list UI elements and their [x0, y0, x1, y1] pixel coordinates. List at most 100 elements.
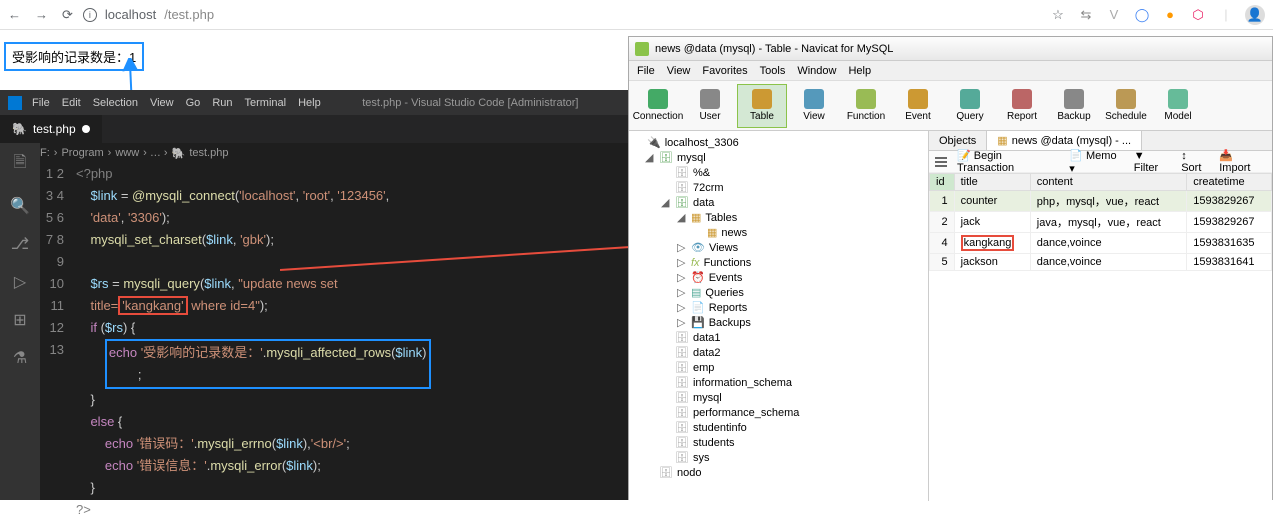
tree-table-news[interactable]: ▦news [629, 225, 928, 240]
tab-label: test.php [33, 122, 76, 136]
menu-file[interactable]: File [637, 65, 655, 77]
scm-icon[interactable]: ⎇ [11, 234, 29, 254]
col-createtime[interactable]: createtime [1187, 174, 1272, 191]
toolbar-user[interactable]: User [685, 84, 735, 128]
code-content[interactable]: <?php $link = @mysqli_connect('localhost… [76, 163, 628, 500]
filter-button[interactable]: ▼ Filter [1134, 150, 1171, 174]
navicat-window: news @data (mysql) - Table - Navicat for… [628, 36, 1273, 500]
extensions-icon[interactable]: ⊞ [13, 310, 26, 330]
import-button[interactable]: 📥 Import [1219, 149, 1266, 174]
tree-db[interactable]: 🗄information_schema [629, 375, 928, 390]
ext-icon[interactable]: ● [1161, 7, 1179, 22]
debug-icon[interactable]: ▷ [14, 272, 26, 292]
tree-folder[interactable]: ▷▤Queries [629, 285, 928, 300]
tab-objects[interactable]: Objects [929, 131, 987, 150]
menu-file[interactable]: File [32, 97, 50, 109]
reload-icon[interactable]: ⟳ [62, 7, 73, 23]
tree-db[interactable]: 🗄performance_schema [629, 405, 928, 420]
tree-db[interactable]: 🗄emp [629, 360, 928, 375]
tree-folder[interactable]: ▷💾Backups [629, 315, 928, 330]
php-output: 受影响的记录数是：1 [4, 42, 144, 71]
navicat-toolbar: ConnectionUserTableViewFunctionEventQuer… [629, 81, 1272, 131]
menu-selection[interactable]: Selection [93, 97, 138, 109]
table-row[interactable]: 2jackjava，mysql，vue，react1593829267 [930, 212, 1272, 233]
menu-view[interactable]: View [667, 65, 691, 77]
navicat-menu[interactable]: File View Favorites Tools Window Help [629, 61, 1272, 81]
data-grid[interactable]: id title content createtime 1counterphp，… [929, 173, 1272, 501]
tree-folder[interactable]: ▷📄Reports [629, 300, 928, 315]
browser-extensions: ☆ ⇆ V ◯ ● ⬡ | 👤 [1049, 5, 1265, 25]
memo-button[interactable]: 📄 Memo ▾ [1069, 149, 1124, 175]
tree-connection[interactable]: 🔌localhost_3306 [629, 135, 928, 150]
tree-db[interactable]: 🗄%& [629, 165, 928, 180]
editor-tab[interactable]: 🐘 test.php [0, 115, 103, 143]
menu-terminal[interactable]: Terminal [245, 97, 287, 109]
table-row[interactable]: 5jacksondance,voince1593831641 [930, 254, 1272, 271]
connection-tree[interactable]: 🔌localhost_3306 ◢🗄mysql 🗄%& 🗄72crm ◢🗄dat… [629, 131, 929, 501]
tree-db[interactable]: 🗄72crm [629, 180, 928, 195]
star-icon[interactable]: ☆ [1049, 7, 1067, 23]
ext-icon[interactable]: V [1105, 7, 1123, 22]
menu-view[interactable]: View [150, 97, 174, 109]
menu-run[interactable]: Run [212, 97, 232, 109]
tree-db[interactable]: ◢🗄data [629, 195, 928, 210]
ext-icon[interactable]: ⇆ [1077, 7, 1095, 23]
breadcrumb[interactable]: F: › Program › www › … › 🐘 test.php [0, 143, 628, 163]
menu-help[interactable]: Help [298, 97, 321, 109]
profile-icon[interactable]: 👤 [1245, 5, 1265, 25]
tab-news[interactable]: ▦news @data (mysql) - ... [987, 131, 1142, 150]
hamburger-icon[interactable] [935, 157, 947, 167]
line-numbers: 1 2 3 4 5 6 7 8 9 10 11 12 13 [40, 163, 76, 500]
tree-db[interactable]: 🗄sys [629, 450, 928, 465]
vscode-menu[interactable]: File Edit Selection View Go Run Terminal… [32, 97, 321, 109]
ext-icon[interactable]: ◯ [1133, 7, 1151, 23]
toolbar-schedule[interactable]: Schedule [1101, 84, 1151, 128]
menu-favorites[interactable]: Favorites [702, 65, 747, 77]
address-bar[interactable]: i localhost/test.php [83, 7, 1039, 22]
ext-icon[interactable]: ⬡ [1189, 7, 1207, 23]
menu-window[interactable]: Window [797, 65, 836, 77]
vscode-titlebar: File Edit Selection View Go Run Terminal… [0, 90, 628, 115]
forward-icon[interactable]: → [35, 7, 48, 23]
sort-button[interactable]: ↕ Sort [1181, 150, 1209, 174]
col-id[interactable]: id [930, 174, 955, 191]
tree-db[interactable]: 🗄data1 [629, 330, 928, 345]
toolbar-function[interactable]: Function [841, 84, 891, 128]
search-icon[interactable]: 🔍 [10, 196, 30, 216]
activity-bar: 🗎 🔍 ⎇ ▷ ⊞ ⚗ [0, 143, 40, 500]
begin-transaction-button[interactable]: 📝 Begin Transaction [957, 149, 1059, 174]
url-path: /test.php [164, 7, 214, 22]
toolbar-report[interactable]: Report [997, 84, 1047, 128]
toolbar-event[interactable]: Event [893, 84, 943, 128]
menu-help[interactable]: Help [848, 65, 871, 77]
back-icon[interactable]: ← [8, 7, 21, 23]
editor[interactable]: 1 2 3 4 5 6 7 8 9 10 11 12 13 <?php $lin… [40, 163, 628, 500]
info-icon[interactable]: i [83, 8, 97, 22]
menu-tools[interactable]: Tools [760, 65, 786, 77]
explorer-icon[interactable]: 🗎 [14, 151, 27, 178]
toolbar-view[interactable]: View [789, 84, 839, 128]
menu-edit[interactable]: Edit [62, 97, 81, 109]
tree-db[interactable]: 🗄nodo [629, 465, 928, 480]
test-icon[interactable]: ⚗ [13, 348, 27, 368]
tree-db[interactable]: 🗄students [629, 435, 928, 450]
tree-folder[interactable]: ▷⏰Events [629, 270, 928, 285]
table-row[interactable]: 4kangkangdance,voince1593831635 [930, 233, 1272, 254]
col-title[interactable]: title [954, 174, 1030, 191]
tree-folder[interactable]: ▷fxFunctions [629, 255, 928, 270]
tree-db[interactable]: 🗄mysql [629, 390, 928, 405]
toolbar-model[interactable]: Model [1153, 84, 1203, 128]
table-row[interactable]: 1counterphp，mysql，vue，react1593829267 [930, 191, 1272, 212]
toolbar-table[interactable]: Table [737, 84, 787, 128]
toolbar-backup[interactable]: Backup [1049, 84, 1099, 128]
grid-toolbar: 📝 Begin Transaction 📄 Memo ▾ ▼ Filter ↕ … [929, 151, 1272, 173]
tree-folder-tables[interactable]: ◢▦Tables [629, 210, 928, 225]
menu-go[interactable]: Go [186, 97, 201, 109]
col-content[interactable]: content [1030, 174, 1187, 191]
tree-db[interactable]: 🗄studentinfo [629, 420, 928, 435]
toolbar-query[interactable]: Query [945, 84, 995, 128]
tree-folder[interactable]: ▷👁Views [629, 240, 928, 255]
toolbar-connection[interactable]: Connection [633, 84, 683, 128]
tree-db[interactable]: ◢🗄mysql [629, 150, 928, 165]
tree-db[interactable]: 🗄data2 [629, 345, 928, 360]
